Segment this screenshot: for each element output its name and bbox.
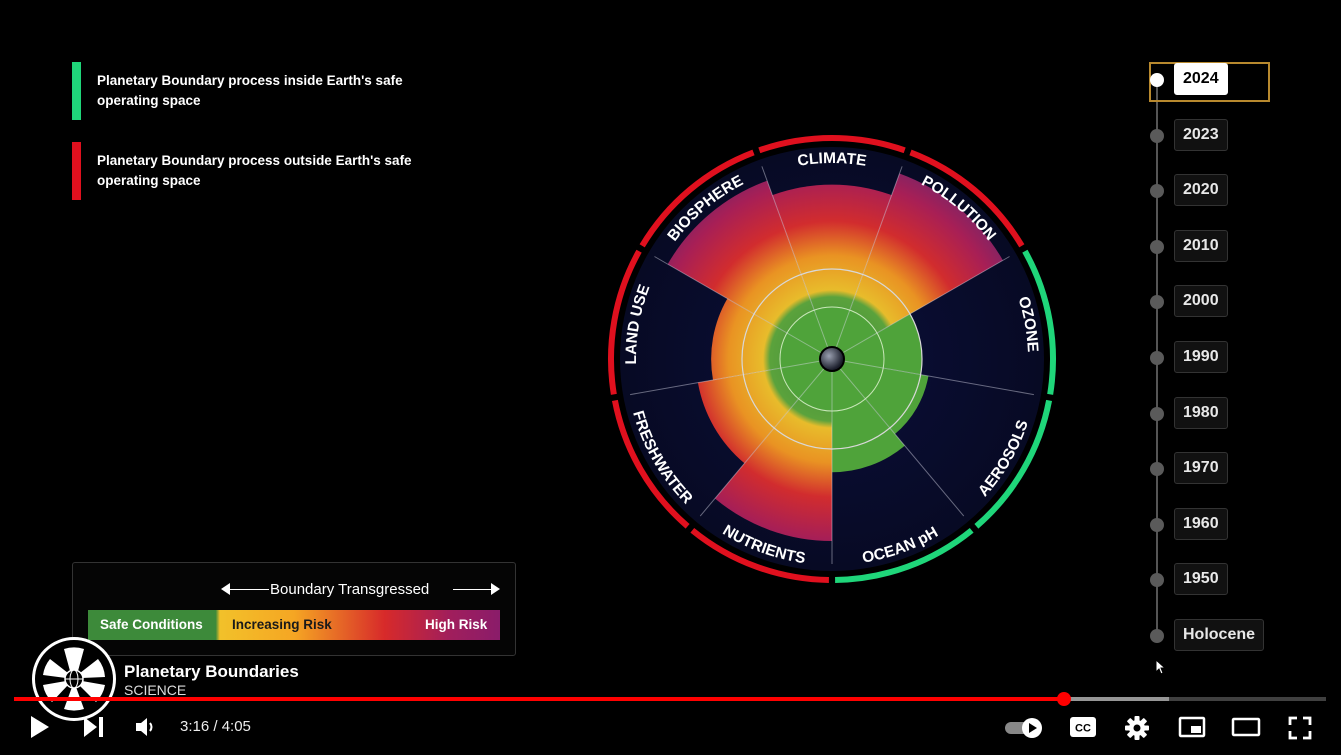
fullscreen-icon[interactable] bbox=[1288, 716, 1312, 740]
timeline-year-label[interactable]: 2010 bbox=[1174, 229, 1228, 262]
legend-inside-line1: Planetary Boundary process inside Earth'… bbox=[97, 73, 403, 88]
risk-scale-legend: Boundary Transgressed Safe Conditions In… bbox=[72, 562, 516, 656]
boundary-transgressed-label: Boundary Transgressed bbox=[270, 581, 430, 598]
channel-subtitle: SCIENCE bbox=[124, 682, 187, 698]
timeline-year-label[interactable]: 2024 bbox=[1174, 63, 1228, 95]
legend-outside-line2: operating space bbox=[97, 173, 201, 188]
timeline-dot[interactable] bbox=[1150, 517, 1164, 532]
timeline-year-label[interactable]: 1960 bbox=[1174, 507, 1228, 540]
timeline-dot[interactable] bbox=[1150, 295, 1164, 310]
timeline-year-label[interactable]: 1990 bbox=[1174, 341, 1228, 373]
play-icon[interactable] bbox=[28, 714, 52, 740]
timeline-dot[interactable] bbox=[1150, 462, 1164, 477]
channel-name[interactable]: Planetary Boundaries bbox=[124, 662, 299, 682]
legend-inside-line2: operating space bbox=[97, 93, 201, 108]
legend-outside-line1: Planetary Boundary process outside Earth… bbox=[97, 153, 412, 168]
channel-logo-icon bbox=[43, 647, 105, 711]
increasing-risk-label: Increasing Risk bbox=[232, 617, 332, 632]
high-risk-label: High Risk bbox=[425, 617, 488, 632]
planetary-boundaries-wheel: CLIMATEPOLLUTIONOZONEAEROSOLSOCEAN pHNUT… bbox=[608, 134, 1056, 583]
timeline-dot[interactable] bbox=[1150, 406, 1164, 421]
timeline-dot[interactable] bbox=[1150, 73, 1164, 87]
theater-mode-icon[interactable] bbox=[1231, 717, 1261, 737]
settings-icon[interactable] bbox=[1124, 715, 1150, 741]
captions-icon[interactable]: CC bbox=[1069, 716, 1097, 738]
timeline-dot[interactable] bbox=[1150, 629, 1164, 643]
legend-inside-swatch bbox=[72, 62, 81, 120]
timeline-year-label[interactable]: 2000 bbox=[1174, 285, 1228, 318]
timeline-year-label[interactable]: 1970 bbox=[1174, 452, 1228, 485]
right-arrow-icon bbox=[491, 583, 500, 595]
timeline-dot[interactable] bbox=[1150, 239, 1164, 254]
safe-conditions-label: Safe Conditions bbox=[100, 617, 203, 632]
autoplay-toggle-icon[interactable] bbox=[1004, 716, 1046, 740]
earth-icon bbox=[819, 346, 845, 372]
timeline-year-label[interactable]: Holocene bbox=[1174, 619, 1265, 651]
time-display: 3:16 / 4:05 bbox=[180, 718, 251, 735]
miniplayer-icon[interactable] bbox=[1178, 716, 1206, 738]
mouse-cursor-icon bbox=[1155, 659, 1167, 675]
timeline-dot[interactable] bbox=[1150, 573, 1164, 588]
timeline-year-label[interactable]: 2020 bbox=[1174, 174, 1228, 207]
legend-outside-swatch bbox=[72, 142, 81, 200]
timeline-dot[interactable] bbox=[1150, 184, 1164, 199]
timeline-dot[interactable] bbox=[1150, 128, 1164, 143]
video-player[interactable]: Planetary Boundary process inside Earth'… bbox=[0, 0, 1341, 755]
progress-scrubber-handle[interactable] bbox=[1056, 692, 1071, 706]
next-icon[interactable] bbox=[82, 715, 106, 739]
volume-icon[interactable] bbox=[134, 716, 158, 738]
timeline-year-label[interactable]: 2023 bbox=[1174, 118, 1228, 151]
timeline-year-label[interactable]: 1950 bbox=[1174, 563, 1228, 596]
timeline-year-label[interactable]: 1980 bbox=[1174, 396, 1228, 429]
left-arrow-icon bbox=[221, 583, 230, 595]
timeline-dot[interactable] bbox=[1150, 351, 1164, 365]
svg-text:CC: CC bbox=[1075, 723, 1091, 735]
channel-avatar[interactable] bbox=[32, 637, 116, 721]
progress-played bbox=[14, 697, 1064, 701]
